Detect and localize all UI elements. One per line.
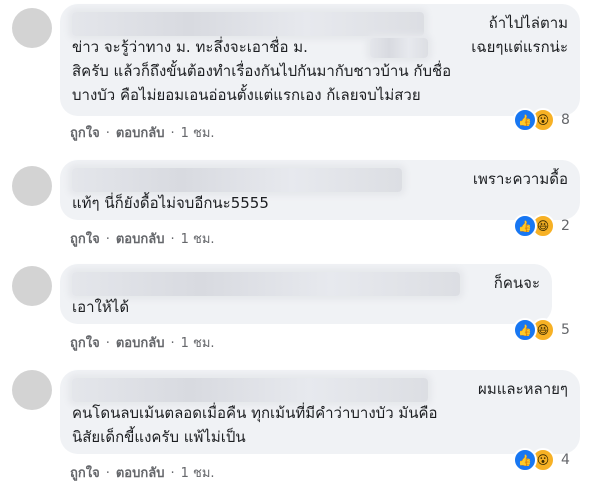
comment-text-line: ก็คนจะ	[493, 274, 540, 292]
reaction-summary[interactable]: 👍 😮 4	[513, 448, 570, 472]
comment-text-line: ถ้าไปไล่ตาม	[488, 14, 568, 32]
like-link[interactable]: ถูกใจ	[70, 228, 100, 249]
like-icon: 👍	[513, 318, 537, 342]
like-icon: 👍	[513, 214, 537, 238]
separator-dot: ·	[105, 126, 110, 141]
comment-actions: ถูกใจ · ตอบกลับ · 1 ชม.	[70, 122, 215, 143]
comment-actions: ถูกใจ · ตอบกลับ · 1 ชม.	[70, 332, 215, 353]
reply-link[interactable]: ตอบกลับ	[116, 122, 165, 143]
separator-dot: ·	[105, 336, 110, 351]
comment-text-line: สิครับ แล้วก็ถึงขั้นต้องทำเรื่องกันไปกัน…	[72, 62, 452, 80]
comment-bubble: ผมและหลายๆ คนโดนลบเม้นตลอดเมื่อคืน ทุกเม…	[60, 370, 580, 454]
like-icon: 👍	[513, 108, 537, 132]
comment-actions: ถูกใจ · ตอบกลับ · 1 ชม.	[70, 462, 215, 483]
reaction-summary[interactable]: 👍 😆 5	[513, 318, 570, 342]
comment-text-line: บางบัว คือไม่ยอมเอนอ่อนตั้งแต่แรกเอง ก้เ…	[72, 86, 421, 104]
reaction-summary[interactable]: 👍 😮 8	[513, 108, 570, 132]
comment-text-line: เฉยๆแต่แรกน่ะ	[471, 38, 568, 56]
comment-text-line: เพราะความดื้อ	[472, 170, 568, 188]
comment-text-line: นิสัยเด็กขี้แงครับ แพ้ไม่เป็น	[72, 428, 246, 446]
reply-link[interactable]: ตอบกลับ	[116, 228, 165, 249]
reaction-count: 5	[561, 322, 570, 338]
separator-dot: ·	[170, 232, 175, 247]
comment: ถ้าไปไล่ตาม ข่าว จะรู้ว่าทาง ม. ทะลึ่งจะ…	[0, 0, 600, 145]
comment-text-line: คนโดนลบเม้นตลอดเมื่อคืน ทุกเม้นที่มีคำว่…	[72, 404, 438, 422]
timestamp[interactable]: 1 ชม.	[181, 462, 215, 483]
reply-link[interactable]: ตอบกลับ	[116, 332, 165, 353]
comment-bubble: เพราะความดื้อ แท้ๆ นี่ก็ยังดื้อไม่จบอีกน…	[60, 160, 580, 220]
blurred-name	[72, 168, 402, 192]
reaction-count: 4	[561, 452, 570, 468]
blurred-name	[72, 12, 424, 36]
timestamp[interactable]: 1 ชม.	[181, 122, 215, 143]
comment-bubble: ถ้าไปไล่ตาม ข่าว จะรู้ว่าทาง ม. ทะลึ่งจะ…	[60, 4, 580, 116]
like-link[interactable]: ถูกใจ	[70, 332, 100, 353]
avatar[interactable]	[12, 266, 52, 306]
comment-bubble: ก็คนจะ เอาให้ได้	[60, 264, 552, 324]
reaction-summary[interactable]: 👍 😆 2	[513, 214, 570, 238]
comment: ผมและหลายๆ คนโดนลบเม้นตลอดเมื่อคืน ทุกเม…	[0, 364, 600, 492]
comment-text-line: ผมและหลายๆ	[478, 380, 568, 398]
reply-link[interactable]: ตอบกลับ	[116, 462, 165, 483]
separator-dot: ·	[105, 232, 110, 247]
separator-dot: ·	[170, 466, 175, 481]
comment-text-line: เอาให้ได้	[72, 298, 130, 316]
reaction-count: 8	[561, 112, 570, 128]
blurred-name	[72, 272, 460, 296]
avatar[interactable]	[12, 166, 52, 206]
like-link[interactable]: ถูกใจ	[70, 462, 100, 483]
timestamp[interactable]: 1 ชม.	[181, 228, 215, 249]
blurred-text	[370, 38, 428, 58]
avatar[interactable]	[12, 8, 52, 48]
like-icon: 👍	[513, 448, 537, 472]
like-link[interactable]: ถูกใจ	[70, 122, 100, 143]
timestamp[interactable]: 1 ชม.	[181, 332, 215, 353]
separator-dot: ·	[170, 126, 175, 141]
comment-text-line: แท้ๆ นี่ก็ยังดื้อไม่จบอีกนะ5555	[72, 194, 269, 212]
reaction-count: 2	[561, 218, 570, 234]
comment-text-line: ข่าว จะรู้ว่าทาง ม. ทะลึ่งจะเอาชื่อ ม.	[72, 38, 308, 56]
comment: เพราะความดื้อ แท้ๆ นี่ก็ยังดื้อไม่จบอีกน…	[0, 150, 600, 250]
avatar[interactable]	[12, 370, 52, 410]
separator-dot: ·	[105, 466, 110, 481]
blurred-name	[72, 378, 428, 402]
comment-actions: ถูกใจ · ตอบกลับ · 1 ชม.	[70, 228, 215, 249]
comment: ก็คนจะ เอาให้ได้ 👍 😆 5 ถูกใจ · ตอบกลับ · 1 ช…	[0, 256, 600, 356]
separator-dot: ·	[170, 336, 175, 351]
